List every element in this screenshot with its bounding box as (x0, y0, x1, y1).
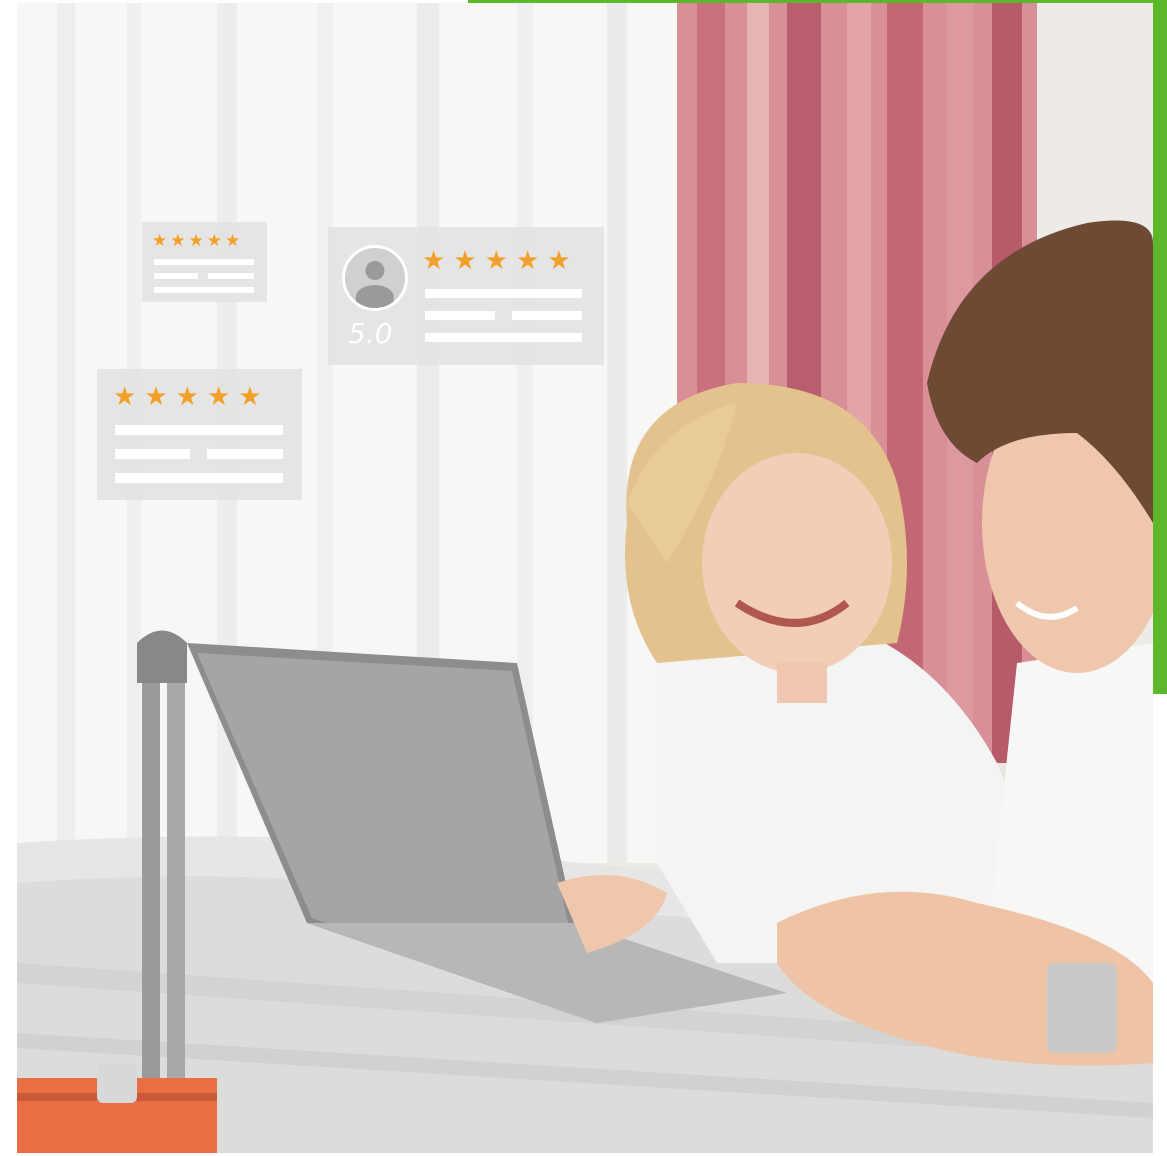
text-placeholder-bar (425, 289, 582, 298)
star-rating: ★ ★ ★ ★ ★ (113, 383, 262, 409)
star-icon: ★ (225, 231, 241, 250)
text-placeholder-bar (154, 259, 254, 265)
user-avatar-icon (342, 245, 408, 311)
star-icon: ★ (238, 381, 262, 411)
star-icon: ★ (453, 245, 477, 275)
rating-value: 5.0 (348, 317, 393, 350)
star-icon: ★ (152, 231, 168, 250)
text-placeholder-bar (207, 449, 283, 459)
small-review-card: ★ ★ ★ ★ ★ (142, 222, 267, 302)
text-placeholder-bar (208, 273, 254, 279)
text-placeholder-bar (425, 333, 582, 342)
star-rating: ★ ★ ★ ★ ★ (422, 247, 571, 273)
star-icon: ★ (484, 245, 508, 275)
text-placeholder-bar (115, 473, 283, 483)
photo: ★ ★ ★ ★ ★ 5.0 ★ ★ ★ ★ ★ ★ ★ ★ ★ ★ (17, 3, 1153, 1153)
star-icon: ★ (175, 381, 199, 411)
star-icon: ★ (422, 245, 446, 275)
hero-image: ★ ★ ★ ★ ★ 5.0 ★ ★ ★ ★ ★ ★ ★ ★ ★ ★ (0, 0, 1167, 1156)
star-icon: ★ (206, 381, 231, 411)
text-placeholder-bar (115, 425, 283, 435)
text-placeholder-bar (115, 449, 190, 459)
star-icon: ★ (547, 245, 571, 275)
medium-review-card: ★ ★ ★ ★ ★ (97, 369, 302, 500)
star-rating: ★ ★ ★ ★ ★ (152, 232, 240, 249)
text-placeholder-bar (425, 311, 495, 320)
profile-review-card: 5.0 ★ ★ ★ ★ ★ (328, 227, 604, 365)
star-icon: ★ (206, 231, 222, 250)
text-placeholder-bar (512, 311, 582, 320)
star-icon: ★ (170, 231, 186, 250)
star-icon: ★ (144, 381, 168, 411)
text-placeholder-bar (154, 273, 198, 279)
text-placeholder-bar (154, 287, 254, 293)
star-icon: ★ (515, 245, 540, 275)
star-icon: ★ (188, 231, 204, 250)
star-icon: ★ (113, 381, 137, 411)
scene-illustration (17, 3, 1153, 1153)
